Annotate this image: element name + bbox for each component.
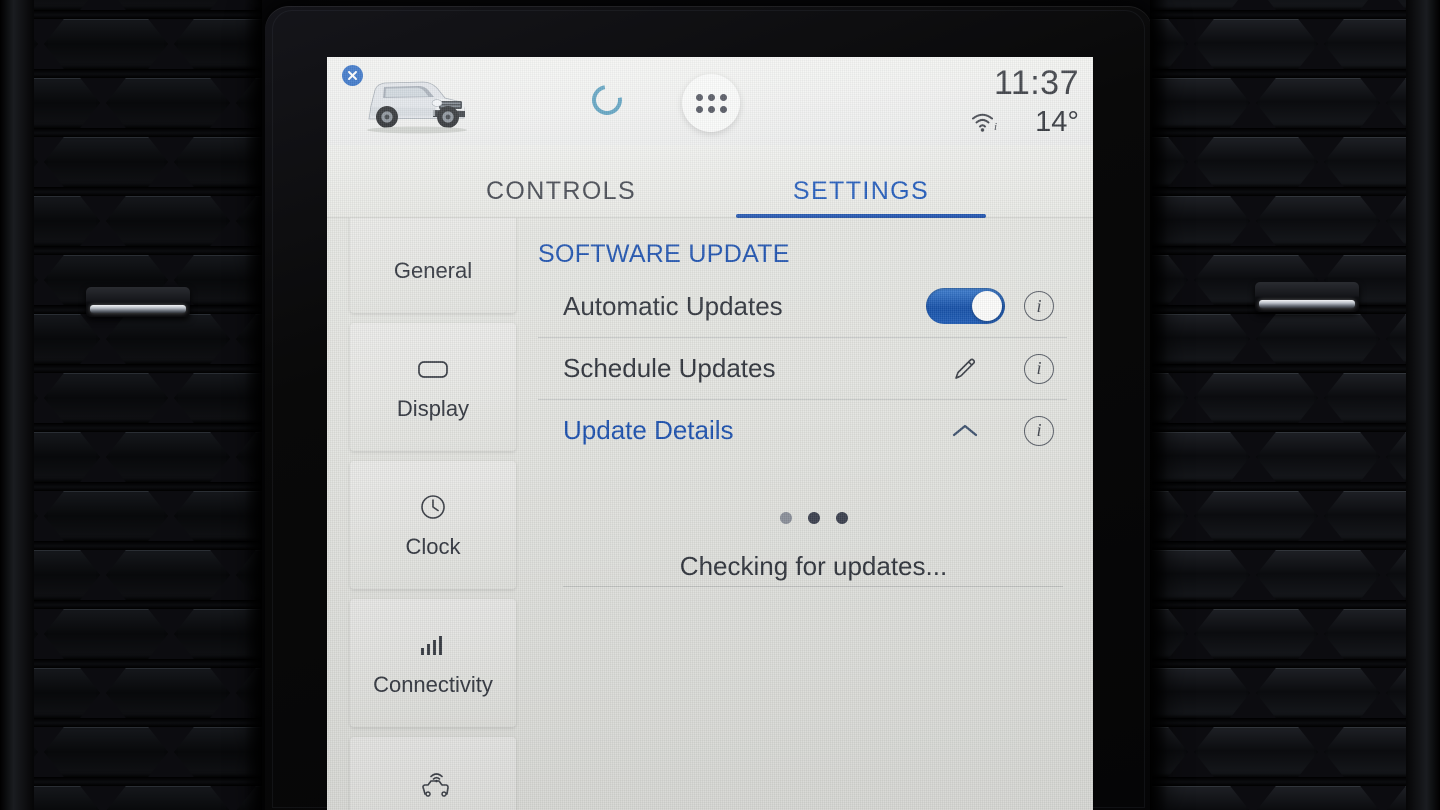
app-grid-icon[interactable] xyxy=(682,74,740,132)
tab-bar: CONTROLS SETTINGS xyxy=(327,145,1093,218)
sidebar-item-clock-label: Clock xyxy=(405,534,461,559)
temperature-display: 14° xyxy=(1035,106,1079,138)
clock-display: 11:37 xyxy=(993,64,1079,102)
update-details-info-icon[interactable]: i xyxy=(1011,415,1067,446)
tab-controls-label: CONTROLS xyxy=(485,177,637,205)
row-schedule-updates[interactable]: Schedule Updates i xyxy=(538,337,1067,399)
sidebar-item-general-label: General xyxy=(393,258,473,283)
display-screen-icon xyxy=(416,352,450,386)
row-automatic-updates-label: Automatic Updates xyxy=(563,290,783,321)
update-check-status: Checking for updates... xyxy=(538,507,1067,582)
sidebar-scroll-container: General Display Clock Connectivity xyxy=(350,218,517,810)
loading-spinner-icon xyxy=(586,79,628,121)
content-divider xyxy=(563,586,1063,587)
car-wifi-icon xyxy=(411,766,455,800)
infotainment-screenshot: 11:37 i 14° CONTROLS SETTINGS General Di… xyxy=(0,0,1440,810)
infotainment-screen: 11:37 i 14° CONTROLS SETTINGS General Di… xyxy=(327,57,1093,810)
status-right-cluster: 11:37 i 14° xyxy=(879,65,1079,137)
loading-dots-icon xyxy=(560,507,1067,529)
left-air-vent-grille xyxy=(0,0,262,810)
right-air-vent-grille xyxy=(1150,0,1440,810)
section-title-software-update: SOFTWARE UPDATE xyxy=(538,240,790,268)
loading-status-text: Checking for updates... xyxy=(679,551,948,581)
pencil-edit-icon[interactable] xyxy=(919,354,1011,384)
automatic-updates-toggle[interactable] xyxy=(919,288,1011,324)
row-schedule-updates-label: Schedule Updates xyxy=(563,353,776,383)
sidebar-item-connectivity-label: Connectivity xyxy=(373,672,493,697)
tab-controls[interactable]: CONTROLS xyxy=(411,177,711,218)
settings-sidebar[interactable]: General Display Clock Connectivity xyxy=(327,218,525,810)
row-update-details[interactable]: Update Details i xyxy=(538,399,1067,461)
row-automatic-updates[interactable]: Automatic Updates i xyxy=(538,275,1067,337)
sidebar-item-connectivity[interactable]: Connectivity xyxy=(350,599,516,727)
sidebar-item-display[interactable]: Display xyxy=(350,323,516,451)
automatic-updates-info-icon[interactable]: i xyxy=(1011,291,1067,321)
status-bar: 11:37 i 14° xyxy=(327,57,1093,145)
settings-body: General Display Clock Connectivity SOFTW… xyxy=(327,218,1093,810)
sidebar-item-general[interactable]: General xyxy=(350,218,516,313)
app-grid-dots xyxy=(695,93,727,113)
row-update-details-label: Update Details xyxy=(563,415,734,445)
tab-settings-label: SETTINGS xyxy=(792,177,930,205)
tab-settings[interactable]: SETTINGS xyxy=(711,177,1011,218)
sidebar-item-clock[interactable]: Clock xyxy=(350,461,516,589)
settings-content: SOFTWARE UPDATE Automatic Updates i Sche… xyxy=(525,218,1093,810)
signal-bars-icon xyxy=(417,628,449,662)
sidebar-item-display-label: Display xyxy=(396,396,470,421)
clock-icon xyxy=(418,490,448,524)
schedule-updates-info-icon[interactable]: i xyxy=(1011,353,1067,384)
chevron-up-icon[interactable] xyxy=(919,421,1011,441)
svg-text:i: i xyxy=(994,121,997,133)
left-vent-slider[interactable] xyxy=(86,287,190,317)
wifi-info-icon[interactable]: i xyxy=(971,111,1001,133)
vehicle-image[interactable] xyxy=(353,64,475,136)
sidebar-item-vehicle-hotspot[interactable]: Vehicle Hotspot xyxy=(350,737,516,810)
right-vent-slider[interactable] xyxy=(1255,282,1359,312)
